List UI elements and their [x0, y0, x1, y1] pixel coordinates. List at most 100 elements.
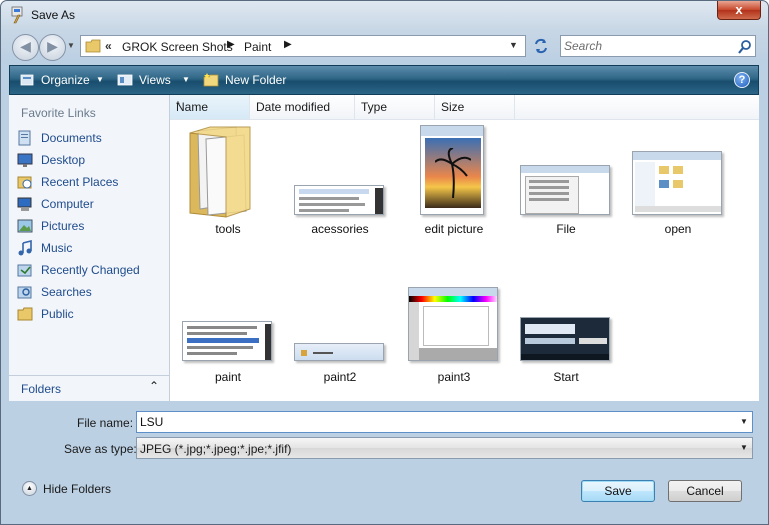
sidebar-item-public[interactable]: Public [17, 304, 167, 324]
sidebar-item-label: Desktop [41, 153, 86, 167]
column-header-label: Date modified [256, 100, 331, 114]
command-bar: Organize ▼ Views ▼ New Folder ? [9, 65, 759, 95]
folders-label: Folders [21, 382, 62, 396]
file-item-file[interactable]: File [516, 125, 616, 236]
close-button[interactable]: x [717, 1, 761, 20]
chevron-up-icon[interactable]: ⌃ [149, 379, 159, 393]
address-bar[interactable]: « GROK Screen Shots ▶ Paint ▶ ▼ [80, 35, 526, 57]
sidebar-item-label: Computer [41, 197, 94, 211]
folders-toggle[interactable]: Folders ⌃ [9, 375, 169, 401]
help-icon: ? [738, 74, 746, 86]
breadcrumb-grok-screen-shots[interactable]: GROK Screen Shots [122, 40, 233, 54]
column-header-name[interactable]: ^ Name [170, 95, 250, 119]
sidebar-item-searches[interactable]: Searches [17, 282, 167, 302]
file-name-input[interactable] [140, 414, 730, 430]
sidebar-item-label: Documents [41, 131, 102, 145]
sidebar-item-music[interactable]: Music [17, 238, 167, 258]
sidebar-item-computer[interactable]: Computer [17, 194, 167, 214]
save-as-type-select[interactable]: JPEG (*.jpg;*.jpeg;*.jpe;*.jfif) ▼ [136, 437, 753, 459]
palm-tree-graphic [435, 148, 471, 198]
folder-icon [189, 126, 251, 218]
public-folder-icon [17, 307, 33, 321]
file-list: ^ Name Date modified Type Size tools ace… [170, 95, 759, 401]
music-icon [18, 240, 32, 256]
image-thumbnail [294, 343, 384, 361]
breadcrumb-separator-icon[interactable]: ▶ [284, 39, 292, 50]
hide-folders-button[interactable]: ▲ Hide Folders [22, 480, 132, 498]
vertical-scrollbar[interactable] [745, 120, 759, 401]
save-as-type-value: JPEG (*.jpg;*.jpeg;*.jpe;*.jfif) [140, 442, 292, 456]
breadcrumb-paint[interactable]: Paint [244, 40, 271, 54]
column-header-type[interactable]: Type [355, 95, 435, 119]
forward-arrow-icon: ▶ [47, 38, 58, 54]
sidebar-item-pictures[interactable]: Pictures [17, 216, 167, 236]
image-thumbnail [632, 151, 722, 215]
file-name: paint2 [323, 370, 357, 384]
recent-pages-dropdown[interactable]: ▼ [67, 41, 75, 50]
column-header-label: Type [361, 100, 388, 114]
file-item-edit-picture[interactable]: edit picture [404, 125, 504, 236]
views-dropdown-icon[interactable]: ▼ [182, 75, 190, 84]
organize-icon [20, 74, 34, 86]
file-name: paint3 [437, 370, 471, 384]
organize-button[interactable]: Organize [41, 73, 90, 87]
column-headers: ^ Name Date modified Type Size [170, 95, 759, 120]
column-header-label: Size [441, 100, 465, 114]
sidebar-item-label: Music [41, 241, 73, 255]
sidebar-item-label: Searches [41, 285, 92, 299]
forward-button[interactable]: ▶ [39, 34, 66, 61]
breadcrumb-overflow[interactable]: « [105, 39, 112, 53]
file-name: Start [553, 370, 579, 384]
file-name-dropdown-icon[interactable]: ▼ [740, 417, 748, 426]
file-name: tools [215, 222, 241, 236]
file-item-open[interactable]: open [628, 125, 728, 236]
organize-dropdown-icon[interactable]: ▼ [96, 75, 104, 84]
views-icon [117, 74, 133, 86]
back-arrow-icon: ◀ [20, 38, 31, 54]
file-name-combobox[interactable]: ▼ [136, 411, 753, 433]
file-item-paint3[interactable]: paint3 [404, 285, 504, 385]
refresh-button[interactable] [530, 37, 552, 57]
file-name: File [556, 222, 576, 236]
new-folder-button[interactable]: New Folder [225, 73, 286, 87]
back-button[interactable]: ◀ [12, 34, 39, 61]
file-item-tools[interactable]: tools [178, 125, 278, 236]
computer-icon [17, 197, 32, 211]
close-icon: x [735, 2, 743, 17]
sidebar-item-recently-changed[interactable]: Recently Changed [17, 260, 167, 280]
search-input[interactable] [564, 38, 734, 54]
paint-app-icon [11, 6, 23, 24]
save-button[interactable]: Save [581, 480, 655, 502]
file-item-start[interactable]: Start [516, 285, 616, 385]
help-button[interactable]: ? [734, 72, 750, 88]
file-item-paint2[interactable]: paint2 [290, 285, 390, 385]
sidebar-item-recent-places[interactable]: Recent Places [17, 172, 167, 192]
sidebar-item-label: Public [41, 307, 74, 321]
pictures-icon [17, 219, 33, 233]
sidebar-item-documents[interactable]: Documents [17, 128, 167, 148]
sidebar-item-desktop[interactable]: Desktop [17, 150, 167, 170]
file-name: paint [214, 370, 242, 384]
column-header-date-modified[interactable]: Date modified [250, 95, 355, 119]
documents-icon [18, 130, 31, 146]
views-button[interactable]: Views [139, 73, 171, 87]
column-header-label: Name [176, 100, 209, 114]
column-header-size[interactable]: Size [435, 95, 515, 119]
breadcrumb-separator-icon[interactable]: ▶ [227, 39, 235, 50]
file-name: edit picture [424, 222, 484, 236]
window-title: Save As [31, 8, 76, 22]
file-item-paint[interactable]: paint [178, 285, 278, 385]
file-name: acessories [311, 222, 369, 236]
file-item-acessories[interactable]: acessories [290, 125, 390, 236]
address-dropdown-icon[interactable]: ▼ [509, 40, 518, 50]
save-as-type-label: Save as type: [64, 442, 137, 456]
searches-icon [17, 286, 32, 299]
refresh-icon [535, 38, 547, 54]
image-thumbnail [520, 165, 610, 215]
search-box[interactable] [560, 35, 756, 57]
file-name: open [664, 222, 692, 236]
search-icon[interactable] [737, 39, 753, 55]
save-as-type-dropdown-icon[interactable]: ▼ [740, 443, 748, 452]
cancel-button[interactable]: Cancel [668, 480, 742, 502]
save-as-dialog: Save As x ◀ ▶ ▼ « GROK Screen Shots ▶ Pa… [0, 0, 769, 525]
